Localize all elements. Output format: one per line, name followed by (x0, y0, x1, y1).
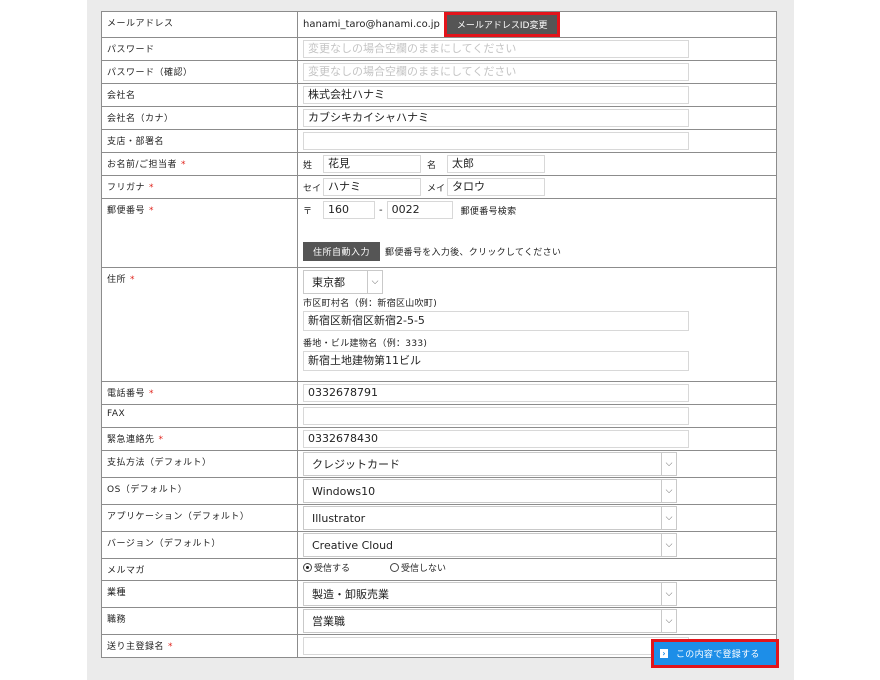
postal-label: 郵便番号 * (101, 198, 298, 268)
street-label: 番地・ビル建物名（例：333) (303, 339, 428, 349)
sender-name-input[interactable] (303, 637, 689, 655)
first-kana-prefix: メイ (427, 183, 446, 194)
chevron-down-icon: ⌵ (367, 271, 382, 293)
company-kana-label: 会社名（カナ） (101, 106, 298, 130)
industry-select[interactable]: 製造・卸販売業 ⌵ (303, 582, 677, 606)
application-value: Illustrator (312, 511, 366, 525)
required-mark: * (181, 160, 187, 170)
last-name-input[interactable]: 花見 (323, 155, 421, 173)
password-label: パスワード (101, 37, 298, 61)
radio-checked-icon (303, 563, 312, 572)
emergency-input[interactable]: 0332678430 (303, 430, 689, 448)
fax-input[interactable] (303, 407, 689, 425)
chevron-down-icon: ⌵ (661, 507, 676, 529)
prefecture-value: 東京都 (312, 276, 345, 289)
required-mark: * (149, 389, 155, 399)
chevron-down-icon: ⌵ (661, 453, 676, 475)
opt-in-label: 受信する (314, 564, 351, 574)
os-label: OS（デフォルト） (101, 477, 298, 505)
newsletter-opt-in-radio[interactable]: 受信する (303, 561, 350, 574)
chevron-down-icon: ⌵ (661, 534, 676, 556)
submit-label: この内容で登録する (676, 650, 760, 660)
last-kana-prefix: セイ (303, 183, 322, 194)
submit-highlight: › この内容で登録する (651, 639, 779, 668)
first-name-input[interactable]: 太郎 (447, 155, 545, 173)
required-mark: * (158, 435, 164, 445)
occupation-value: 営業職 (312, 615, 345, 628)
application-label: アプリケーション（デフォルト） (101, 504, 298, 532)
branch-label: 支店・部署名 (101, 129, 298, 153)
phone-label: 電話番号 * (101, 381, 298, 405)
sender-name-label-text: 送り主登録名 (107, 642, 165, 652)
payment-value: クレジットカード (312, 458, 400, 471)
email-value: hanami_taro@hanami.co.jp (303, 19, 440, 30)
occupation-label: 職務 (101, 607, 298, 635)
first-name-prefix: 名 (427, 160, 437, 171)
version-label: バージョン（デフォルト） (101, 531, 298, 559)
required-mark: * (130, 275, 136, 285)
postal-label-text: 郵便番号 (107, 206, 146, 216)
emergency-label: 緊急連絡先 * (101, 427, 298, 451)
address-autofill-button[interactable]: 住所自動入力 (303, 242, 381, 261)
newsletter-label: メルマガ (101, 558, 298, 581)
member-info-form: メールアドレス hanami_taro@hanami.co.jp メールアドレスI… (101, 11, 777, 658)
submit-button[interactable]: › この内容で登録する (654, 642, 776, 665)
street-input[interactable]: 新宿土地建物第11ビル (303, 351, 689, 371)
last-kana-input[interactable]: ハナミ (323, 178, 421, 196)
postal-search-link[interactable]: 郵便番号検索 (461, 204, 517, 217)
furigana-label-text: フリガナ (107, 183, 146, 193)
version-select[interactable]: Creative Cloud ⌵ (303, 533, 677, 557)
company-input[interactable]: 株式会社ハナミ (303, 86, 689, 104)
furigana-label: フリガナ * (101, 175, 298, 199)
city-input[interactable]: 新宿区新宿区新宿2-5-5 (303, 311, 689, 331)
branch-input[interactable] (303, 132, 689, 150)
required-mark: * (149, 206, 155, 216)
zip-first-input[interactable]: 160 (323, 201, 375, 219)
sender-name-label: 送り主登録名 * (101, 634, 298, 658)
os-value: Windows10 (312, 484, 376, 498)
first-kana-input[interactable]: タロウ (447, 178, 545, 196)
required-mark: * (168, 642, 174, 652)
autofill-note: 郵便番号を入力後、クリックしてください (385, 248, 562, 258)
name-label-text: お名前/ご担当者 (107, 160, 178, 170)
radio-unchecked-icon (390, 563, 400, 572)
required-mark: * (149, 183, 155, 193)
password-confirm-label: パスワード（確認） (101, 60, 298, 84)
email-label: メールアドレス (101, 11, 298, 38)
chevron-right-icon: › (660, 649, 668, 658)
industry-label: 業種 (101, 580, 298, 608)
version-value: Creative Cloud (312, 538, 394, 552)
company-kana-input[interactable]: カブシキカイシャハナミ (303, 109, 689, 127)
occupation-select[interactable]: 営業職 ⌵ (303, 609, 677, 633)
password-input[interactable]: 変更なしの場合空欄のままにしてください (303, 40, 689, 58)
phone-input[interactable]: 0332678791 (303, 384, 689, 402)
opt-out-label: 受信しない (401, 564, 447, 574)
payment-label: 支払方法（デフォルト） (101, 450, 298, 478)
prefecture-select[interactable]: 東京都 ⌵ (303, 270, 383, 294)
name-label: お名前/ご担当者 * (101, 152, 298, 176)
address-label-text: 住所 (107, 275, 127, 285)
city-label: 市区町村名（例：新宿区山吹町) (303, 299, 438, 309)
zip-second-input[interactable]: 0022 (386, 201, 453, 219)
phone-label-text: 電話番号 (107, 389, 146, 399)
postal-mark: 〒 (303, 206, 313, 217)
emergency-label-text: 緊急連絡先 (107, 435, 155, 445)
change-email-button[interactable]: メールアドレスID変更 (446, 15, 558, 34)
os-select[interactable]: Windows10 ⌵ (303, 479, 677, 503)
zip-dash: - (379, 204, 383, 216)
payment-select[interactable]: クレジットカード ⌵ (303, 452, 677, 476)
chevron-down-icon: ⌵ (661, 583, 676, 605)
chevron-down-icon: ⌵ (661, 610, 676, 632)
application-select[interactable]: Illustrator ⌵ (303, 506, 677, 530)
last-name-prefix: 姓 (303, 160, 313, 171)
company-label: 会社名 (101, 83, 298, 107)
newsletter-opt-out-radio[interactable]: 受信しない (390, 561, 446, 574)
industry-value: 製造・卸販売業 (312, 588, 389, 601)
email-change-highlight: メールアドレスID変更 (443, 12, 561, 37)
password-confirm-input[interactable]: 変更なしの場合空欄のままにしてください (303, 63, 689, 81)
address-label: 住所 * (101, 267, 298, 382)
chevron-down-icon: ⌵ (661, 480, 676, 502)
fax-label: FAX (101, 404, 298, 428)
